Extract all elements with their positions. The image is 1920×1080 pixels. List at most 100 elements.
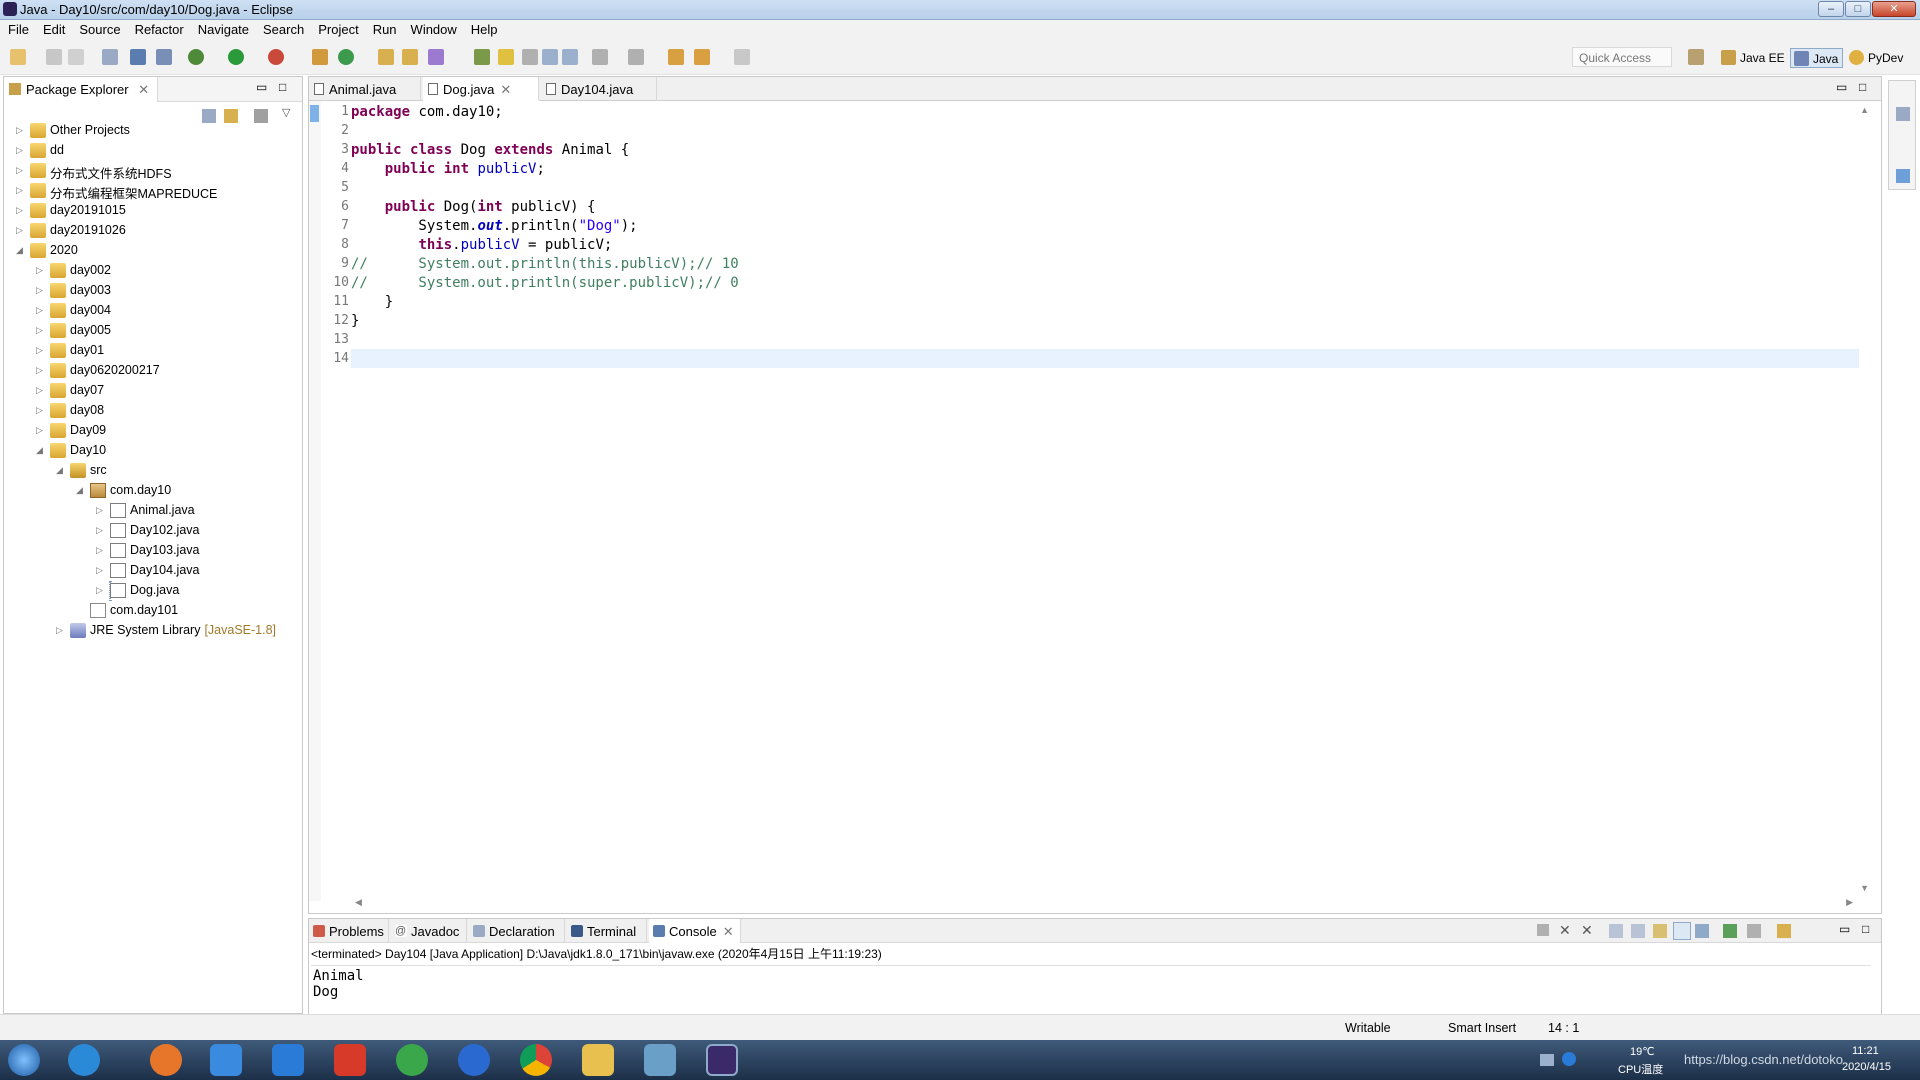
tab-terminal[interactable]: Terminal [567,919,647,943]
tray-clock-time[interactable]: 11:21 [1852,1045,1879,1057]
minimize-button[interactable]: – [1818,1,1844,17]
menu-refactor[interactable]: Refactor [127,20,190,37]
scroll-lock-icon[interactable] [1631,924,1645,938]
menu-edit[interactable]: Edit [35,20,71,37]
baidu-netdisk-icon[interactable] [210,1044,242,1076]
maximize-button[interactable]: □ [1845,1,1871,17]
new-icon[interactable] [10,49,26,65]
code-line[interactable]: public Dog(int publicV) { [351,199,596,218]
open-console-icon[interactable] [1777,924,1791,938]
expand-arrow-icon[interactable]: ▷ [16,185,23,196]
remove-launch-icon[interactable]: ✕ [1559,922,1571,939]
menu-navigate[interactable]: Navigate [190,20,255,37]
code-line[interactable]: // System.out.println(super.publicV);// … [351,275,739,294]
mark-occurrences-icon[interactable] [474,49,490,65]
code-line[interactable]: public class Dog extends Animal { [351,142,629,161]
code-line[interactable]: package com.day10; [351,104,503,123]
youdao-icon[interactable] [334,1044,366,1076]
menu-project[interactable]: Project [310,20,364,37]
close-tab-icon[interactable]: ✕ [500,82,511,97]
expand-arrow-icon[interactable]: ▷ [36,425,43,436]
tab-console[interactable]: Console ✕ [649,919,741,943]
file-explorer-icon[interactable] [582,1044,614,1076]
show-whitespace-icon[interactable] [542,49,558,65]
expand-arrow-icon[interactable]: ◢ [16,245,23,256]
maximize-view-icon[interactable]: □ [1862,922,1869,936]
view-menu-icon[interactable]: ▽ [282,106,290,119]
run-icon[interactable] [228,49,244,65]
skip-breakpoints-icon[interactable] [156,49,172,65]
tab-animal-java[interactable]: Animal.java [309,77,421,101]
expand-arrow-icon[interactable]: ▷ [16,165,23,176]
console-output[interactable]: Animal Dog [311,965,1871,1005]
console-icon[interactable] [130,49,146,65]
expand-arrow-icon[interactable]: ▷ [36,285,43,296]
tab-problems[interactable]: Problems [309,919,389,943]
collapse-all-icon[interactable] [202,109,216,123]
task-list-icon[interactable] [1896,169,1910,183]
perspective-pydev[interactable]: PyDev [1846,48,1907,68]
outline-view-icon[interactable] [1896,107,1910,121]
close-tab-icon[interactable]: ✕ [138,82,149,97]
save-all-icon[interactable] [68,49,84,65]
ie-browser-icon[interactable] [68,1044,100,1076]
code-line[interactable]: } [351,313,359,332]
view-menu-filter-icon[interactable] [254,109,268,123]
tray-network-icon[interactable] [1540,1054,1554,1066]
save-icon[interactable] [46,49,62,65]
ie-browser-2-icon[interactable] [458,1044,490,1076]
tab-dog-java[interactable]: Dog.java ✕ [423,77,539,101]
menu-window[interactable]: Window [403,20,463,37]
minimize-view-icon[interactable]: ▭ [1839,922,1850,936]
chrome-icon[interactable] [520,1044,552,1076]
expand-arrow-icon[interactable]: ▷ [36,385,43,396]
pin-console-icon[interactable] [1723,924,1737,938]
code-line[interactable]: } [351,294,393,313]
expand-arrow-icon[interactable]: ▷ [36,345,43,356]
expand-arrow-icon[interactable]: ▷ [96,585,103,596]
previous-annotation-icon[interactable] [628,49,644,65]
tab-day104-java[interactable]: Day104.java [541,77,657,101]
terminate-icon[interactable] [1537,924,1549,936]
perspective-java-ee[interactable]: Java EE [1718,48,1789,68]
code-line[interactable]: public int publicV; [351,161,545,180]
start-button-icon[interactable] [8,1044,40,1076]
show-on-error-icon[interactable] [1695,924,1709,938]
expand-arrow-icon[interactable]: ▷ [96,525,103,536]
next-annotation-icon[interactable] [592,49,608,65]
print-icon[interactable] [102,49,118,65]
expand-arrow-icon[interactable]: ▷ [16,205,23,216]
expand-arrow-icon[interactable]: ▷ [56,625,63,636]
perspective-java[interactable]: Java [1790,48,1844,68]
open-resource-icon[interactable] [402,49,418,65]
close-tab-icon[interactable]: ✕ [723,924,734,939]
expand-arrow-icon[interactable]: ▷ [36,305,43,316]
menu-file[interactable]: File [0,20,35,37]
menu-search[interactable]: Search [255,20,310,37]
tray-clock-date[interactable]: 2020/4/15 [1842,1061,1891,1073]
minimize-editor-icon[interactable]: ▭ [1836,80,1847,94]
minimize-view-icon[interactable]: ▭ [256,80,267,94]
expand-arrow-icon[interactable]: ◢ [76,485,83,496]
cloud-app-icon[interactable] [272,1044,304,1076]
expand-arrow-icon[interactable]: ▷ [16,145,23,156]
expand-arrow-icon[interactable]: ▷ [36,325,43,336]
expand-arrow-icon[interactable]: ▷ [16,225,23,236]
new-class-icon[interactable] [338,49,354,65]
firefox-icon[interactable] [150,1044,182,1076]
expand-arrow-icon[interactable]: ▷ [16,125,23,136]
expand-arrow-icon[interactable]: ▷ [96,505,103,516]
expand-arrow-icon[interactable]: ▷ [36,405,43,416]
debug-icon[interactable] [188,49,204,65]
quick-access-input[interactable]: Quick Access [1572,47,1672,67]
maximize-editor-icon[interactable]: □ [1859,80,1866,94]
clear-console-icon[interactable] [1609,924,1623,938]
open-type-icon[interactable] [378,49,394,65]
expand-arrow-icon[interactable]: ▷ [96,565,103,576]
show-on-output-icon[interactable] [1673,922,1691,940]
expand-arrow-icon[interactable]: ▷ [36,265,43,276]
code-line[interactable]: System.out.println("Dog"); [351,218,637,237]
eclipse-taskbar-icon[interactable] [706,1044,738,1076]
expand-arrow-icon[interactable]: ▷ [96,545,103,556]
maximize-view-icon[interactable]: □ [279,80,286,94]
